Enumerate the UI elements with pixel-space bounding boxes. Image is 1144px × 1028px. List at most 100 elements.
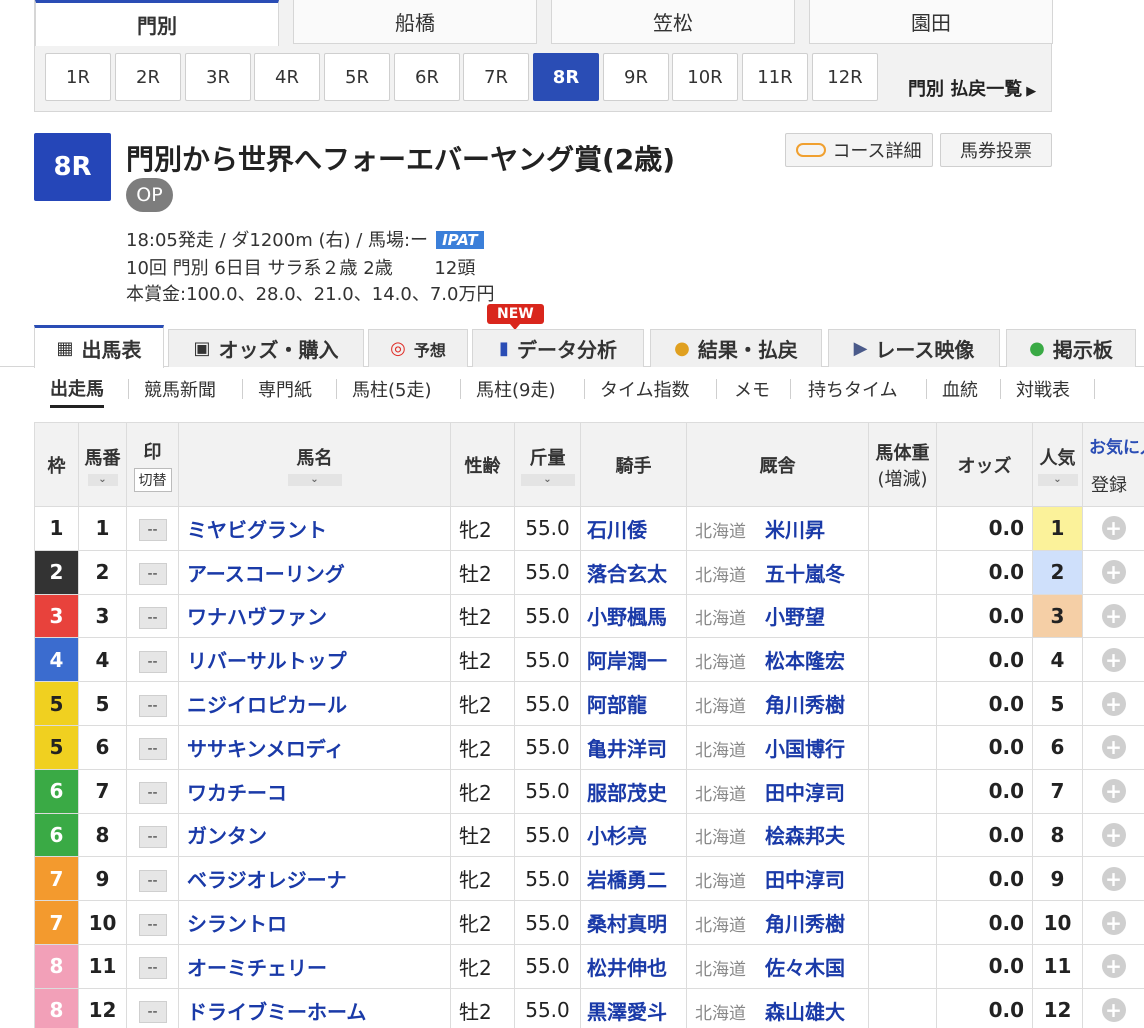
jockey-link[interactable]: 岩橋勇二 [580, 856, 687, 902]
jockey-link[interactable]: 服部茂史 [580, 768, 687, 814]
horse-name-link[interactable]: ワカチーコ [178, 768, 451, 814]
mark-selector[interactable]: -- [138, 782, 167, 805]
trainer-link[interactable]: 田中淳司 [765, 868, 845, 892]
tab-prediction[interactable]: ◎ 予想 [368, 329, 468, 367]
tab-data-analysis[interactable]: ▮ データ分析 [472, 329, 644, 367]
subtab-entries[interactable]: 出走馬 [50, 370, 104, 408]
tab-odds[interactable]: ▣ オッズ・購入 [168, 329, 364, 367]
bet-button[interactable]: 馬券投票 [940, 133, 1052, 167]
subtab-pedigree[interactable]: 血統 [942, 370, 978, 408]
horse-name-link[interactable]: リバーサルトップ [178, 637, 451, 683]
trainer-link[interactable]: 小国博行 [765, 737, 845, 761]
mark-selector[interactable]: -- [138, 519, 167, 542]
tab-race-card[interactable]: ▦ 出馬表 [34, 325, 164, 368]
venue-tab-kasamatsu[interactable]: 笠松 [551, 0, 795, 44]
sort-chevron-icon[interactable]: ⌄ [87, 473, 118, 486]
race-button-2r[interactable]: 2R [115, 53, 181, 101]
mark-selector[interactable]: -- [138, 913, 167, 936]
race-button-6r[interactable]: 6R [394, 53, 460, 101]
trainer-link[interactable]: 松本隆宏 [765, 649, 845, 673]
sort-chevron-icon[interactable]: ⌄ [1037, 473, 1078, 486]
horse-name-link[interactable]: シラントロ [178, 900, 451, 945]
trainer-link[interactable]: 森山雄大 [765, 1000, 845, 1024]
jockey-link[interactable]: 落合玄太 [580, 549, 687, 595]
jockey-link[interactable]: 石川倭 [580, 506, 687, 551]
add-favorite-icon[interactable]: + [1101, 735, 1126, 760]
mark-selector[interactable]: -- [138, 869, 167, 892]
add-favorite-icon[interactable]: + [1101, 998, 1126, 1023]
subtab-newspaper[interactable]: 競馬新聞 [144, 370, 216, 408]
jockey-link[interactable]: 小野楓馬 [580, 593, 687, 639]
trainer-link[interactable]: 角川秀樹 [765, 912, 845, 936]
add-favorite-icon[interactable]: + [1101, 779, 1126, 804]
header-num[interactable]: 馬番 ⌄ [78, 422, 127, 507]
mark-selector[interactable]: -- [138, 957, 167, 980]
header-horse[interactable]: 馬名 ⌄ [178, 422, 451, 507]
jockey-link[interactable]: 亀井洋司 [580, 724, 687, 770]
trainer-link[interactable]: 佐々木国 [765, 956, 845, 980]
mark-selector[interactable]: -- [138, 563, 167, 586]
horse-name-link[interactable]: ベラジオレジーナ [178, 856, 451, 902]
horse-name-link[interactable]: オーミチェリー [178, 943, 451, 989]
horse-name-link[interactable]: ワナハヴファン [178, 593, 451, 639]
mark-selector[interactable]: -- [138, 694, 167, 717]
header-popularity[interactable]: 人気 ⌄ [1032, 422, 1083, 507]
race-button-5r[interactable]: 5R [324, 53, 390, 101]
race-button-11r[interactable]: 11R [742, 53, 808, 101]
mark-selector[interactable]: -- [138, 606, 167, 629]
trainer-link[interactable]: 小野望 [765, 605, 825, 629]
trainer-link[interactable]: 田中淳司 [765, 781, 845, 805]
horse-name-link[interactable]: ガンタン [178, 812, 451, 858]
venue-tab-mombetsu[interactable]: 門別 [35, 0, 279, 46]
subtab-matchups[interactable]: 対戦表 [1016, 370, 1070, 408]
race-button-10r[interactable]: 10R [672, 53, 738, 101]
add-favorite-icon[interactable]: + [1101, 866, 1126, 891]
subtab-memo[interactable]: メモ [734, 370, 770, 408]
tab-bbs[interactable]: ● 掲示板 [1006, 329, 1136, 367]
horse-name-link[interactable]: ドライブミーホーム [178, 987, 451, 1028]
horse-name-link[interactable]: ニジイロピカール [178, 681, 451, 726]
payout-list-link[interactable]: 門別 払戻一覧 ▶ [908, 75, 1036, 101]
race-button-9r[interactable]: 9R [603, 53, 669, 101]
subtab-time-index[interactable]: タイム指数 [600, 370, 690, 408]
add-favorite-icon[interactable]: + [1101, 910, 1126, 935]
race-button-12r[interactable]: 12R [812, 53, 878, 101]
venue-tab-funabashi[interactable]: 船橋 [293, 0, 537, 44]
trainer-link[interactable]: 五十嵐冬 [765, 562, 845, 586]
horse-name-link[interactable]: ミヤビグラント [178, 506, 451, 551]
mark-selector[interactable]: -- [138, 1001, 167, 1024]
mark-switch-button[interactable]: 切替 [133, 467, 172, 492]
race-button-4r[interactable]: 4R [254, 53, 320, 101]
add-favorite-icon[interactable]: + [1101, 647, 1126, 672]
jockey-link[interactable]: 阿岸潤一 [580, 637, 687, 683]
subtab-past5[interactable]: 馬柱(5走) [352, 370, 432, 408]
mark-selector[interactable]: -- [138, 738, 167, 761]
trainer-link[interactable]: 角川秀樹 [765, 693, 845, 717]
horse-name-link[interactable]: アースコーリング [178, 549, 451, 595]
add-favorite-icon[interactable]: + [1101, 954, 1126, 979]
trainer-link[interactable]: 桧森邦夫 [765, 824, 845, 848]
race-button-3r[interactable]: 3R [185, 53, 251, 101]
add-favorite-icon[interactable]: + [1101, 560, 1126, 585]
jockey-link[interactable]: 阿部龍 [580, 681, 687, 726]
mark-selector[interactable]: -- [138, 650, 167, 673]
race-button-7r[interactable]: 7R [463, 53, 529, 101]
sort-chevron-icon[interactable]: ⌄ [520, 473, 575, 486]
add-favorite-icon[interactable]: + [1101, 822, 1126, 847]
jockey-link[interactable]: 小杉亮 [580, 812, 687, 858]
mark-selector[interactable]: -- [138, 825, 167, 848]
jockey-link[interactable]: 松井伸也 [580, 943, 687, 989]
course-detail-button[interactable]: コース詳細 [785, 133, 933, 167]
jockey-link[interactable]: 桑村真明 [580, 900, 687, 945]
subtab-best-time[interactable]: 持ちタイム [808, 370, 898, 408]
venue-tab-sonoda[interactable]: 園田 [809, 0, 1053, 44]
tab-race-video[interactable]: ▶ レース映像 [828, 329, 1000, 367]
header-weight[interactable]: 斤量 ⌄ [514, 422, 581, 507]
add-favorite-icon[interactable]: + [1101, 691, 1126, 716]
add-favorite-icon[interactable]: + [1101, 603, 1126, 628]
horse-name-link[interactable]: ササキンメロディ [178, 724, 451, 770]
subtab-past9[interactable]: 馬柱(9走) [476, 370, 556, 408]
add-favorite-icon[interactable]: + [1101, 516, 1126, 541]
jockey-link[interactable]: 黒澤愛斗 [580, 987, 687, 1028]
tab-results[interactable]: ● 結果・払戻 [650, 329, 822, 367]
